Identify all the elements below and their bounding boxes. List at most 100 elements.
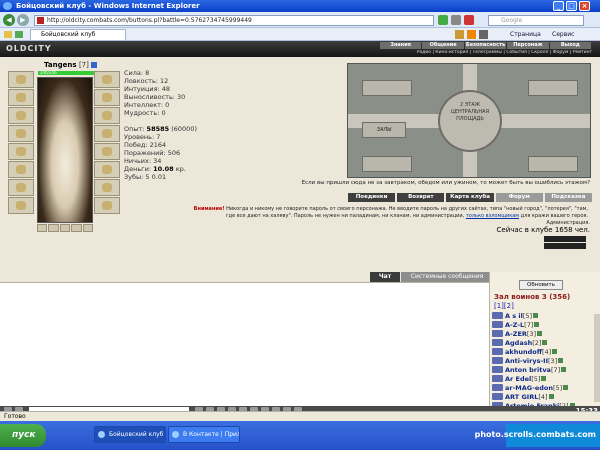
home-icon[interactable] xyxy=(455,30,464,39)
gloves-slot[interactable] xyxy=(8,197,34,214)
ring-slot[interactable] xyxy=(94,107,120,124)
user-row[interactable]: Agdash [2] xyxy=(492,338,598,347)
belt-item[interactable] xyxy=(71,224,82,232)
user-row[interactable]: ar-MAG-edon [5] xyxy=(492,383,598,392)
stat-level: Уровень: 7 xyxy=(124,133,161,141)
userlist-scrollbar[interactable] xyxy=(594,314,600,402)
belt-item[interactable] xyxy=(37,224,48,232)
hint-button[interactable]: Подсказка xyxy=(544,193,593,202)
menu-security[interactable]: Безопасность xyxy=(464,42,507,49)
armor-slot[interactable] xyxy=(8,143,34,160)
extra-slot[interactable] xyxy=(94,197,120,214)
refresh-button[interactable]: Обновить xyxy=(519,280,563,290)
tab-combats[interactable]: Бойцовский клуб xyxy=(30,29,126,40)
boots-slot[interactable] xyxy=(94,179,120,196)
start-button[interactable]: пуск xyxy=(0,424,46,447)
rss-icon[interactable] xyxy=(467,30,476,39)
warning-label: Внимание! xyxy=(193,206,225,212)
close-button[interactable]: × xyxy=(579,1,590,11)
search-input[interactable]: Google xyxy=(488,15,584,26)
go-icon[interactable] xyxy=(438,15,448,25)
map-room-halls[interactable]: ЗАЛЫ xyxy=(362,122,406,138)
amulet-slot[interactable] xyxy=(8,107,34,124)
bracer-slot[interactable] xyxy=(94,71,120,88)
page-menu[interactable]: Страница xyxy=(510,30,541,39)
belt-items xyxy=(37,224,94,232)
info-icon xyxy=(541,376,547,381)
maximize-button[interactable]: □ xyxy=(566,1,577,11)
print-icon[interactable] xyxy=(479,30,488,39)
menu-communication[interactable]: Общение xyxy=(422,42,464,49)
chat-messages[interactable] xyxy=(0,282,489,406)
pouch-slot[interactable] xyxy=(8,179,34,196)
character-avatar[interactable] xyxy=(37,77,93,223)
stop-icon[interactable] xyxy=(464,15,474,25)
belt-slot[interactable] xyxy=(8,161,34,178)
info-icon[interactable] xyxy=(91,62,98,68)
favicon-icon xyxy=(37,17,44,24)
rating-counter[interactable] xyxy=(544,243,586,249)
hackers-link[interactable]: только взломщикам xyxy=(466,213,519,219)
belt-item[interactable] xyxy=(59,224,71,232)
menu-character[interactable]: Персонаж xyxy=(507,42,549,49)
page-1-link[interactable]: [1] xyxy=(494,302,504,310)
user-row[interactable]: A-Z-L [7] xyxy=(492,320,598,329)
weapon-slot[interactable] xyxy=(8,125,34,142)
map-room[interactable] xyxy=(362,80,412,96)
tab-chat[interactable]: Чат xyxy=(370,272,400,282)
user-icon xyxy=(492,384,503,391)
helmet-slot[interactable] xyxy=(8,71,34,88)
user-row[interactable]: Anti-virys-II [3] xyxy=(492,356,598,365)
character-level: [7] xyxy=(78,61,89,69)
user-row[interactable]: A-ZER [3] xyxy=(492,329,598,338)
return-button[interactable]: Возврат xyxy=(397,193,445,202)
menu-exit[interactable]: Выход xyxy=(549,42,592,49)
service-menu[interactable]: Сервис xyxy=(552,30,574,39)
taskbar-item-combats[interactable]: Бойцовский клуб - ... xyxy=(94,426,166,443)
room-title: Зал воинов 3 (356) xyxy=(494,293,571,301)
address-bar: ◀ ▶ http://oldcity.combats.com/buttons.p… xyxy=(0,12,600,28)
add-favorites-icon[interactable] xyxy=(15,31,23,38)
hp-text: 246/246 xyxy=(40,70,57,75)
user-row[interactable]: akhundoff [4] xyxy=(492,347,598,356)
belt-item[interactable] xyxy=(82,224,94,232)
ring-slot[interactable] xyxy=(94,125,120,142)
belt-item[interactable] xyxy=(48,224,59,232)
watermark: photo.scrolls.combats.com xyxy=(474,430,596,439)
status-bar: Готово xyxy=(0,411,600,421)
user-icon xyxy=(492,375,503,382)
earrings-slot[interactable] xyxy=(8,89,34,106)
page-2-link[interactable]: [2] xyxy=(504,302,514,310)
forward-icon[interactable]: ▶ xyxy=(17,14,29,26)
favorites-star-icon[interactable] xyxy=(4,31,12,38)
stat-wisdom: Мудрость: 0 xyxy=(124,109,166,117)
club-map-button[interactable]: Карта клуба xyxy=(446,193,494,202)
refresh-icon[interactable] xyxy=(451,15,461,25)
web-page: OLDCITY Знания Общение Безопасность Перс… xyxy=(0,41,600,415)
map-room[interactable] xyxy=(528,156,578,172)
back-icon[interactable]: ◀ xyxy=(3,14,15,26)
online-count: Сейчас в клубе 1658 чел. xyxy=(496,226,590,234)
shield-slot[interactable] xyxy=(94,143,120,160)
ring-slot[interactable] xyxy=(94,89,120,106)
forum-button[interactable]: Форум xyxy=(495,193,543,202)
taskbar-item-vkontakte[interactable]: В Контакте | Прило... xyxy=(168,426,240,443)
map-room[interactable] xyxy=(528,80,578,96)
minimize-button[interactable]: _ xyxy=(553,1,564,11)
stat-money: Деньги: 10.08 кр. xyxy=(124,165,186,173)
user-row[interactable]: Ar Edel [5] xyxy=(492,374,598,383)
rating-counter[interactable] xyxy=(544,236,586,242)
menu-knowledge[interactable]: Знания xyxy=(380,42,422,49)
tab-system-messages[interactable]: Системные сообщения xyxy=(401,272,493,282)
legs-slot[interactable] xyxy=(94,161,120,178)
user-icon xyxy=(492,366,503,373)
stat-strength: Сила: 8 xyxy=(124,69,150,77)
site-submenu[interactable]: Радио | Кино-история | Телеграммы | Собы… xyxy=(340,50,592,56)
character-name[interactable]: Tangens [7] xyxy=(44,61,98,69)
url-field[interactable]: http://oldcity.combats.com/buttons.pl?ba… xyxy=(34,15,434,26)
fights-button[interactable]: Поединки xyxy=(348,193,396,202)
user-row[interactable]: A s il [5] xyxy=(492,311,598,320)
map-room[interactable] xyxy=(362,156,412,172)
user-row[interactable]: ART GIRL [4] xyxy=(492,392,598,401)
user-row[interactable]: Anton britva [7] xyxy=(492,365,598,374)
